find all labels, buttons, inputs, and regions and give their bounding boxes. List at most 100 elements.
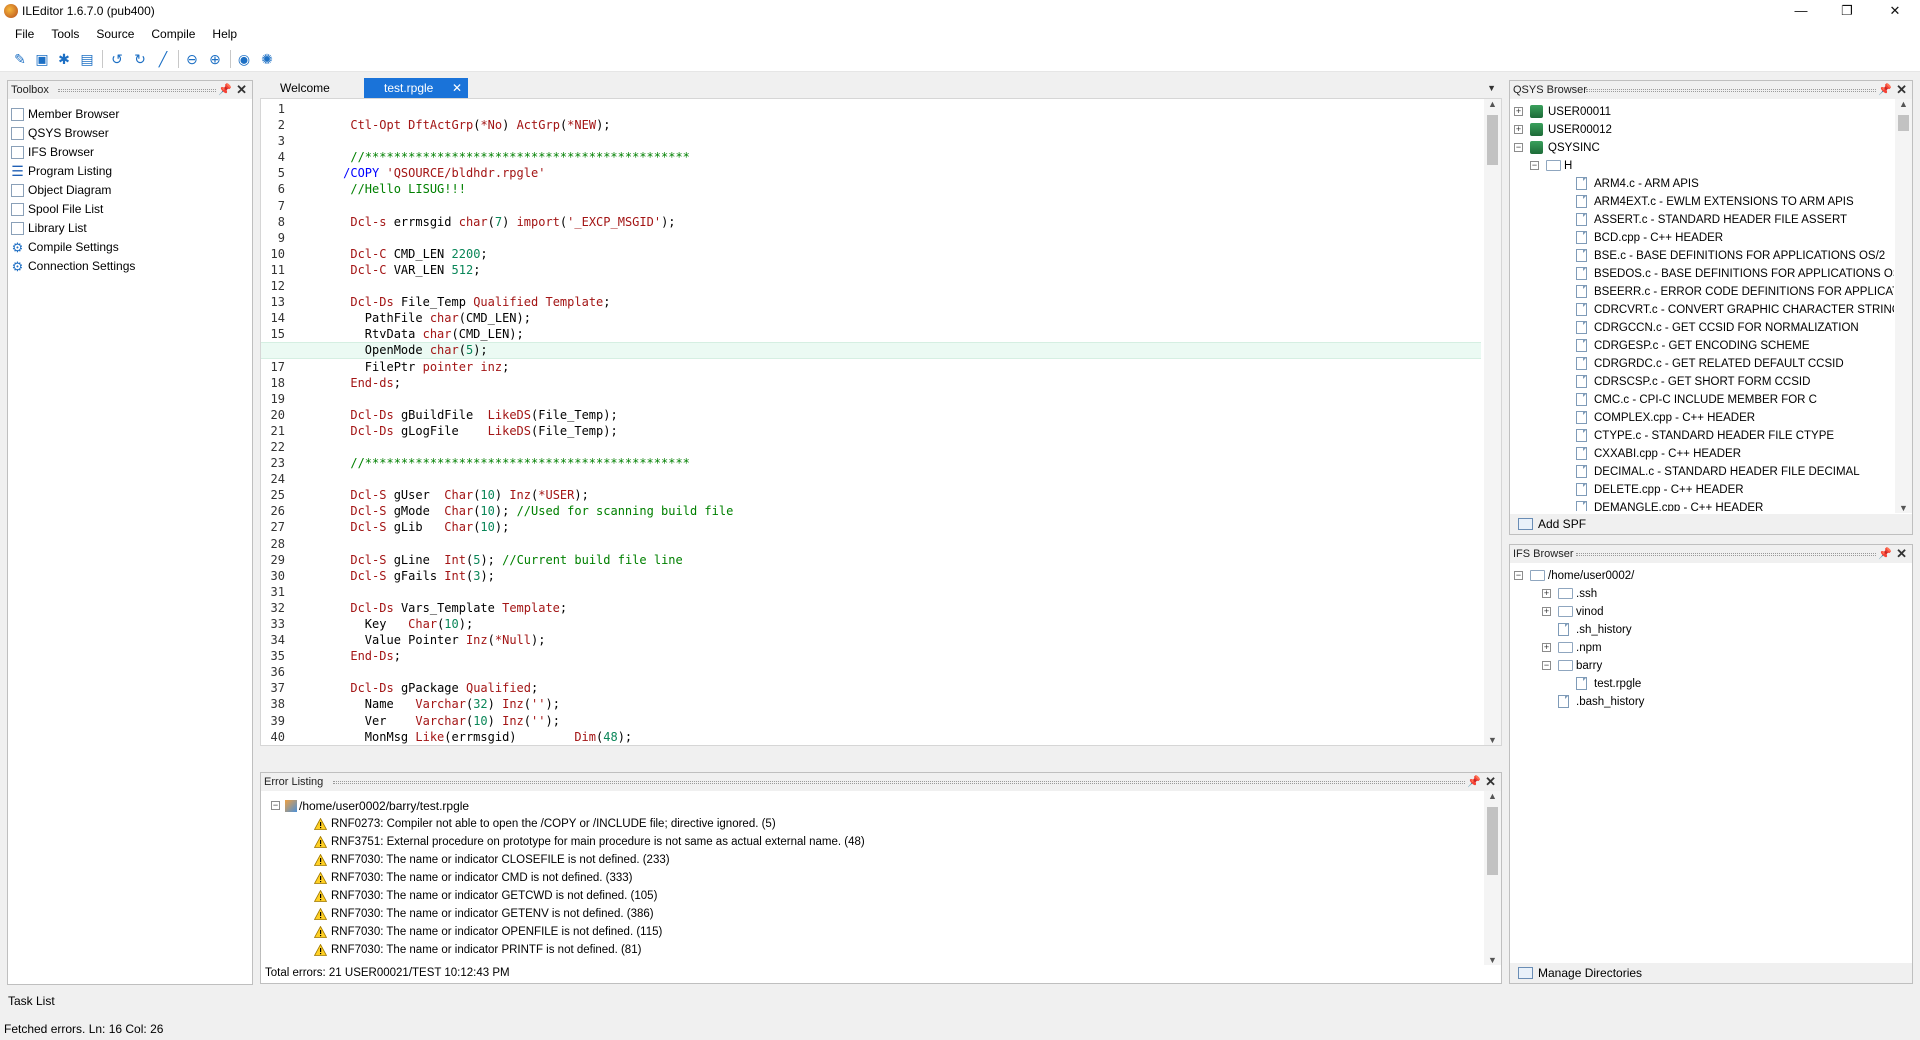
redo-icon[interactable]: ↻ xyxy=(131,50,149,68)
code-line[interactable]: Dcl-Ds gPackage Qualified; xyxy=(307,680,1481,696)
save-icon[interactable]: ▣ xyxy=(33,50,51,68)
code-line[interactable] xyxy=(307,536,1481,552)
code-line[interactable]: //Hello LISUG!!! xyxy=(307,181,1481,197)
code-line[interactable] xyxy=(307,391,1481,407)
editor-scrollbar[interactable]: ▲ ▼ xyxy=(1484,99,1501,745)
maximize-button[interactable]: ❐ xyxy=(1824,0,1870,22)
qsys-member[interactable]: CTYPE.c - STANDARD HEADER FILE CTYPE xyxy=(1510,427,1894,445)
close-tab-icon[interactable]: ✕ xyxy=(452,78,462,98)
ifs-file[interactable]: .bash_history xyxy=(1510,693,1894,711)
error-item[interactable]: RNF7030: The name or indicator CMD is no… xyxy=(269,869,1481,887)
compile-icon[interactable]: ▤ xyxy=(78,50,96,68)
qsys-member[interactable]: BSEERR.c - ERROR CODE DEFINITIONS FOR AP… xyxy=(1510,283,1894,301)
qsys-member[interactable]: ASSERT.c - STANDARD HEADER FILE ASSERT xyxy=(1510,211,1894,229)
menu-help[interactable]: Help xyxy=(205,22,244,46)
scroll-up-icon[interactable]: ▲ xyxy=(1484,791,1501,801)
qsys-member[interactable]: CDRGESP.c - GET ENCODING SCHEME xyxy=(1510,337,1894,355)
error-item[interactable]: RNF3751: External procedure on prototype… xyxy=(269,833,1481,851)
code-line[interactable]: End-ds; xyxy=(307,375,1481,391)
close-icon[interactable]: ✕ xyxy=(1485,773,1496,791)
qsys-member[interactable]: DELETE.cpp - C++ HEADER xyxy=(1510,481,1894,499)
toolbox-item-qsys-browser[interactable]: QSYS Browser xyxy=(10,124,250,143)
menu-compile[interactable]: Compile xyxy=(144,22,202,46)
code-line[interactable]: //**************************************… xyxy=(307,455,1481,471)
expand-icon[interactable]: − xyxy=(1514,143,1523,152)
qsys-member[interactable]: DEMANGLE.cpp - C++ HEADER xyxy=(1510,499,1894,511)
add-spf-button[interactable]: Add SPF xyxy=(1510,514,1912,534)
code-editor[interactable]: 1234567891011121314151617181920212223242… xyxy=(260,98,1502,746)
code-line[interactable]: Ctl-Opt DftActGrp(*No) ActGrp(*NEW); xyxy=(307,117,1481,133)
expand-icon[interactable]: + xyxy=(1542,607,1551,616)
comment-icon[interactable]: ╱ xyxy=(154,50,172,68)
zoom-in-icon[interactable]: ⊕ xyxy=(206,50,224,68)
code-line[interactable]: OpenMode char(5); xyxy=(261,342,1481,359)
error-item[interactable]: RNF0273: Compiler not able to open the /… xyxy=(269,815,1481,833)
error-item[interactable]: RNF7030: The name or indicator OPENFILE … xyxy=(269,923,1481,941)
code-line[interactable]: RtvData char(CMD_LEN); xyxy=(307,326,1481,342)
spool-icon[interactable]: ◉ xyxy=(235,50,253,68)
close-icon[interactable]: ✕ xyxy=(1896,545,1907,563)
debug-icon[interactable]: ✺ xyxy=(258,50,276,68)
toolbox-item-compile-settings[interactable]: ⚙ Compile Settings xyxy=(10,238,250,257)
scroll-up-icon[interactable]: ▲ xyxy=(1484,99,1501,109)
qsys-member[interactable]: CXXABI.cpp - C++ HEADER xyxy=(1510,445,1894,463)
expand-icon[interactable]: + xyxy=(1514,125,1523,134)
code-line[interactable]: Dcl-s errmsgid char(7) import('_EXCP_MSG… xyxy=(307,214,1481,230)
code-line[interactable]: Dcl-S gLib Char(10); xyxy=(307,519,1481,535)
qsys-source-file[interactable]: − H xyxy=(1510,157,1894,175)
toolbox-item-ifs-browser[interactable]: IFS Browser xyxy=(10,143,250,162)
pin-icon[interactable]: 📌 xyxy=(1467,773,1481,791)
qsys-member[interactable]: CDRGCCN.c - GET CCSID FOR NORMALIZATION xyxy=(1510,319,1894,337)
qsys-member[interactable]: COMPLEX.cpp - C++ HEADER xyxy=(1510,409,1894,427)
qsys-member[interactable]: CDRCVRT.c - CONVERT GRAPHIC CHARACTER ST… xyxy=(1510,301,1894,319)
close-icon[interactable]: ✕ xyxy=(236,81,247,99)
error-item[interactable]: RNF7030: The name or indicator GETENV is… xyxy=(269,905,1481,923)
toolbox-item-member-browser[interactable]: Member Browser xyxy=(10,105,250,124)
code-line[interactable]: Dcl-Ds gBuildFile LikeDS(File_Temp); xyxy=(307,407,1481,423)
qsys-member[interactable]: CMC.c - CPI-C INCLUDE MEMBER FOR C xyxy=(1510,391,1894,409)
code-line[interactable]: Dcl-S gUser Char(10) Inz(*USER); xyxy=(307,487,1481,503)
toolbox-item-library-list[interactable]: Library List xyxy=(10,219,250,238)
error-file-node[interactable]: − /home/user0002/barry/test.rpgle xyxy=(269,797,1481,815)
toolbox-item-connection-settings[interactable]: ⚙ Connection Settings xyxy=(10,257,250,276)
code-line[interactable]: /COPY 'QSOURCE/bldhdr.rpgle' xyxy=(307,165,1481,181)
qsys-member[interactable]: DECIMAL.c - STANDARD HEADER FILE DECIMAL xyxy=(1510,463,1894,481)
scroll-thumb[interactable] xyxy=(1487,807,1498,875)
code-line[interactable]: Ver Varchar(10) Inz(''); xyxy=(307,713,1481,729)
expand-icon[interactable]: − xyxy=(1530,161,1539,170)
new-file-icon[interactable]: ✎ xyxy=(11,50,29,68)
code-line[interactable] xyxy=(307,101,1481,117)
error-item[interactable]: RNF7030: The name or indicator GETCWD is… xyxy=(269,887,1481,905)
code-line[interactable]: Dcl-C VAR_LEN 512; xyxy=(307,262,1481,278)
code-line[interactable] xyxy=(307,278,1481,294)
pin-icon[interactable]: 📌 xyxy=(1878,545,1892,563)
close-window-button[interactable]: ✕ xyxy=(1872,0,1918,22)
pin-icon[interactable]: 📌 xyxy=(218,81,232,99)
qsys-member[interactable]: ARM4.c - ARM APIS xyxy=(1510,175,1894,193)
error-scrollbar[interactable]: ▲ ▼ xyxy=(1484,791,1501,965)
tab-test-rpgle[interactable]: test.rpgle ✕ xyxy=(364,78,468,98)
qsys-member[interactable]: BSEDOS.c - BASE DEFINITIONS FOR APPLICAT… xyxy=(1510,265,1894,283)
code-line[interactable] xyxy=(307,133,1481,149)
scroll-thumb[interactable] xyxy=(1487,115,1498,165)
menu-tools[interactable]: Tools xyxy=(44,22,86,46)
code-line[interactable]: Dcl-C CMD_LEN 2200; xyxy=(307,246,1481,262)
ifs-file[interactable]: .sh_history xyxy=(1510,621,1894,639)
scroll-down-icon[interactable]: ▼ xyxy=(1484,735,1501,745)
qsys-library[interactable]: − QSYSINC xyxy=(1510,139,1894,157)
qsys-member[interactable]: CDRSCSP.c - GET SHORT FORM CCSID xyxy=(1510,373,1894,391)
code-line[interactable] xyxy=(307,584,1481,600)
scroll-down-icon[interactable]: ▼ xyxy=(1895,503,1912,513)
qsys-member[interactable]: CDRGRDC.c - GET RELATED DEFAULT CCSID xyxy=(1510,355,1894,373)
close-icon[interactable]: ✕ xyxy=(1896,81,1907,99)
qsys-member[interactable]: ARM4EXT.c - EWLM EXTENSIONS TO ARM APIS xyxy=(1510,193,1894,211)
pin-icon[interactable]: 📌 xyxy=(1878,81,1892,99)
collapse-icon[interactable]: − xyxy=(271,801,280,810)
ifs-folder[interactable]: + .ssh xyxy=(1510,585,1894,603)
menu-file[interactable]: File xyxy=(8,22,41,46)
code-line[interactable]: PathFile char(CMD_LEN); xyxy=(307,310,1481,326)
manage-directories-button[interactable]: Manage Directories xyxy=(1510,963,1912,983)
code-line[interactable]: FilePtr pointer inz; xyxy=(307,359,1481,375)
scroll-down-icon[interactable]: ▼ xyxy=(1484,955,1501,965)
code-line[interactable]: Dcl-Ds gLogFile LikeDS(File_Temp); xyxy=(307,423,1481,439)
